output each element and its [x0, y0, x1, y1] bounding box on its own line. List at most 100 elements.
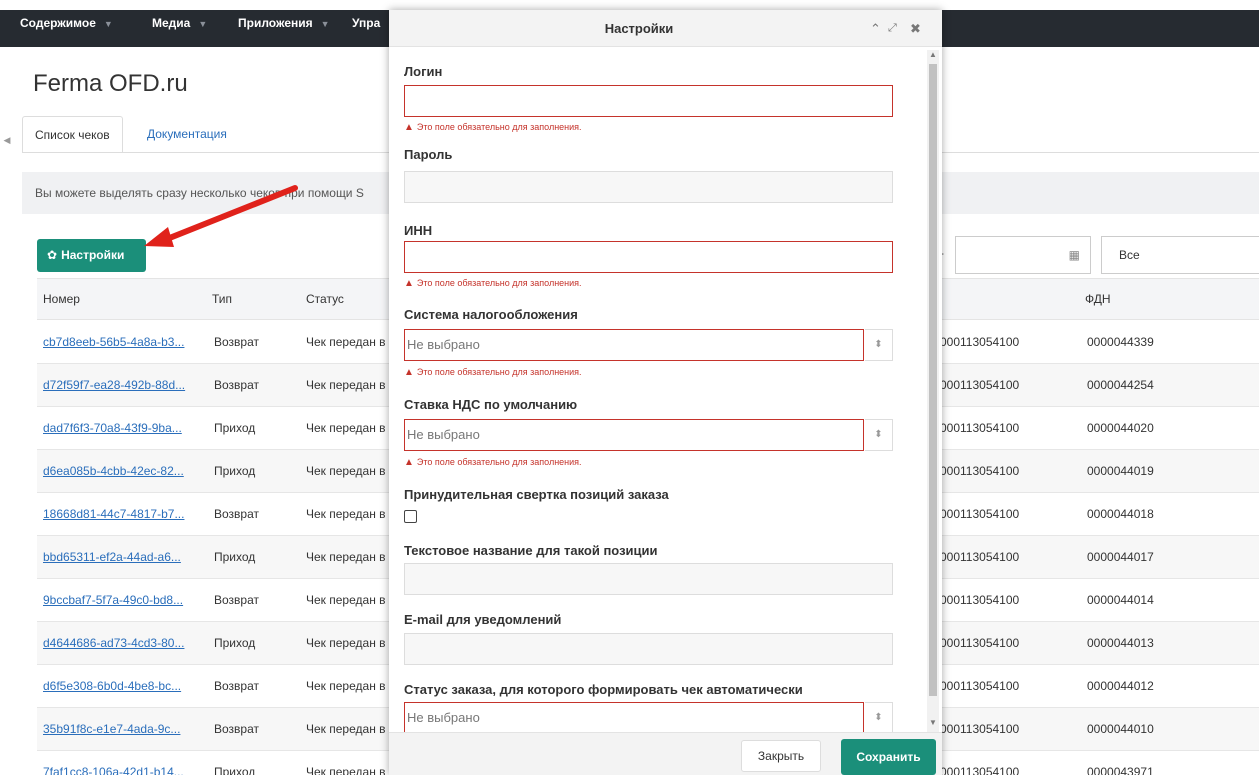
receipt-status: Чек передан в: [306, 464, 386, 478]
nav-item-label: Содержимое: [20, 16, 96, 30]
receipt-fdn: 0000044018: [1087, 507, 1154, 521]
fold-positions-checkbox[interactable]: [404, 510, 417, 523]
modal-scrollbar[interactable]: ▲ ▼: [927, 50, 939, 732]
tab-receipt-list[interactable]: Список чеков: [22, 116, 123, 153]
receipt-status: Чек передан в: [306, 378, 386, 392]
nav-item-manage[interactable]: Упра: [352, 10, 380, 47]
receipt-status: Чек передан в: [306, 722, 386, 736]
page-title: Ferma OFD.ru: [33, 70, 188, 97]
top-strip: [0, 0, 1259, 10]
receipt-number-link[interactable]: d4644686-ad73-4cd3-80...: [43, 622, 184, 665]
nav-item-label: Медиа: [152, 16, 191, 30]
order-status-select[interactable]: Не выбрано: [404, 702, 864, 732]
sidebar-collapse-icon[interactable]: ◀: [0, 120, 14, 160]
receipt-number-link[interactable]: dad7f6f3-70a8-43f9-9ba...: [43, 407, 182, 450]
modal-body: Логин ▲ Это поле обязательно для заполнен…: [389, 47, 942, 732]
receipt-number-link[interactable]: 18668d81-44c7-4817-b7...: [43, 493, 184, 536]
receipt-fn: 000113054100: [940, 722, 1020, 736]
column-header-type[interactable]: Тип: [212, 279, 232, 319]
receipt-type: Приход: [214, 765, 256, 775]
receipt-number-link[interactable]: bbd65311-ef2a-44ad-a6...: [43, 536, 181, 579]
vat-label: Ставка НДС по умолчанию: [404, 397, 578, 412]
receipt-number-link[interactable]: 35b91f8c-e1e7-4ada-9c...: [43, 708, 180, 751]
receipt-fdn: 0000044339: [1087, 335, 1154, 349]
tax-system-label: Система налогообложения: [404, 307, 578, 322]
receipt-number-link[interactable]: 9bccbaf7-5f7a-49c0-bd8...: [43, 579, 183, 622]
receipt-fn: 000113054100: [940, 765, 1020, 775]
collapse-icon[interactable]: ⌃: [870, 10, 881, 47]
settings-button[interactable]: ✿ Настройки: [37, 239, 146, 272]
receipt-number-link[interactable]: d72f59f7-ea28-492b-88d...: [43, 364, 185, 407]
error-text: Это поле обязательно для заполнения.: [416, 122, 582, 132]
calendar-icon[interactable]: ▦: [1069, 248, 1080, 262]
close-icon[interactable]: ✖: [910, 10, 921, 47]
scroll-up-icon[interactable]: ▲: [927, 50, 939, 59]
receipt-fdn: 0000043971: [1087, 765, 1154, 775]
receipt-type: Приход: [214, 464, 256, 478]
settings-button-label: Настройки: [61, 248, 125, 262]
inn-error: ▲ Это поле обязательно для заполнения.: [404, 278, 582, 289]
receipt-type: Приход: [214, 636, 256, 650]
scroll-down-icon[interactable]: ▼: [927, 718, 939, 727]
scrollbar-thumb[interactable]: [929, 64, 937, 696]
nav-item-applications[interactable]: Приложения ▼: [238, 10, 330, 47]
item-name-field[interactable]: [404, 563, 893, 595]
receipt-number-link[interactable]: d6f5e308-6b0d-4be8-bc...: [43, 665, 181, 708]
receipt-fn: 000113054100: [940, 378, 1020, 392]
vat-select[interactable]: Не выбрано: [404, 419, 864, 451]
select-arrows-icon[interactable]: ⬍: [865, 419, 893, 451]
receipt-number-link[interactable]: d6ea085b-4cbb-42ec-82...: [43, 450, 184, 493]
filter-status-select[interactable]: Все: [1101, 236, 1259, 274]
gear-icon: ✿: [47, 248, 58, 262]
receipt-fdn: 0000044010: [1087, 722, 1154, 736]
receipt-fdn: 0000044014: [1087, 593, 1154, 607]
password-label: Пароль: [404, 147, 453, 162]
receipt-fn: 000113054100: [940, 464, 1020, 478]
filter-date-input[interactable]: ▦: [955, 236, 1091, 274]
warning-icon: ▲: [404, 457, 414, 468]
receipt-type: Возврат: [214, 679, 259, 693]
warning-icon: ▲: [404, 278, 414, 289]
column-header-fdn[interactable]: ФДН: [1085, 279, 1111, 319]
error-text: Это поле обязательно для заполнения.: [416, 367, 582, 377]
save-button[interactable]: Сохранить: [841, 739, 936, 775]
settings-modal: Настройки ⌃ ⤢ ✖ Логин ▲ Это поле обязател…: [389, 10, 942, 775]
inn-field[interactable]: [404, 241, 893, 273]
password-field[interactable]: [404, 171, 893, 203]
error-text: Это поле обязательно для заполнения.: [416, 278, 582, 288]
modal-header: Настройки ⌃ ⤢ ✖: [389, 10, 942, 47]
order-status-label: Статус заказа, для которого формировать …: [404, 682, 803, 697]
receipt-status: Чек передан в: [306, 679, 386, 693]
login-error: ▲ Это поле обязательно для заполнения.: [404, 122, 582, 133]
item-name-label: Текстовое название для такой позиции: [404, 543, 658, 558]
receipt-status: Чек передан в: [306, 636, 386, 650]
warning-icon: ▲: [404, 122, 414, 133]
select-arrows-icon[interactable]: ⬍: [865, 702, 893, 732]
receipt-number-link[interactable]: 7faf1cc8-106a-42d1-b14...: [43, 751, 184, 775]
nav-item-media[interactable]: Медиа ▼: [152, 10, 207, 47]
close-button[interactable]: Закрыть: [741, 740, 821, 772]
column-header-number[interactable]: Номер: [43, 279, 80, 319]
select-arrows-icon[interactable]: ⬍: [865, 329, 893, 361]
vat-error: ▲ Это поле обязательно для заполнения.: [404, 457, 582, 468]
receipt-status: Чек передан в: [306, 765, 386, 775]
receipt-fdn: 0000044254: [1087, 378, 1154, 392]
login-field[interactable]: [404, 85, 893, 117]
receipt-type: Возврат: [214, 507, 259, 521]
receipt-fdn: 0000044012: [1087, 679, 1154, 693]
receipt-status: Чек передан в: [306, 421, 386, 435]
receipt-type: Возврат: [214, 593, 259, 607]
tax-system-select[interactable]: Не выбрано: [404, 329, 864, 361]
receipt-number-link[interactable]: cb7d8eeb-56b5-4a8a-b3...: [43, 321, 184, 364]
nav-item-content[interactable]: Содержимое ▼: [20, 10, 113, 47]
receipt-fdn: 0000044017: [1087, 550, 1154, 564]
receipt-status: Чек передан в: [306, 550, 386, 564]
tab-documentation[interactable]: Документация: [135, 116, 239, 153]
expand-icon[interactable]: ⤢: [888, 10, 897, 47]
login-label: Логин: [404, 64, 443, 79]
email-field[interactable]: [404, 633, 893, 665]
receipt-status: Чек передан в: [306, 593, 386, 607]
receipt-type: Приход: [214, 550, 256, 564]
receipt-fn: 000113054100: [940, 679, 1020, 693]
column-header-status[interactable]: Статус: [306, 279, 344, 319]
